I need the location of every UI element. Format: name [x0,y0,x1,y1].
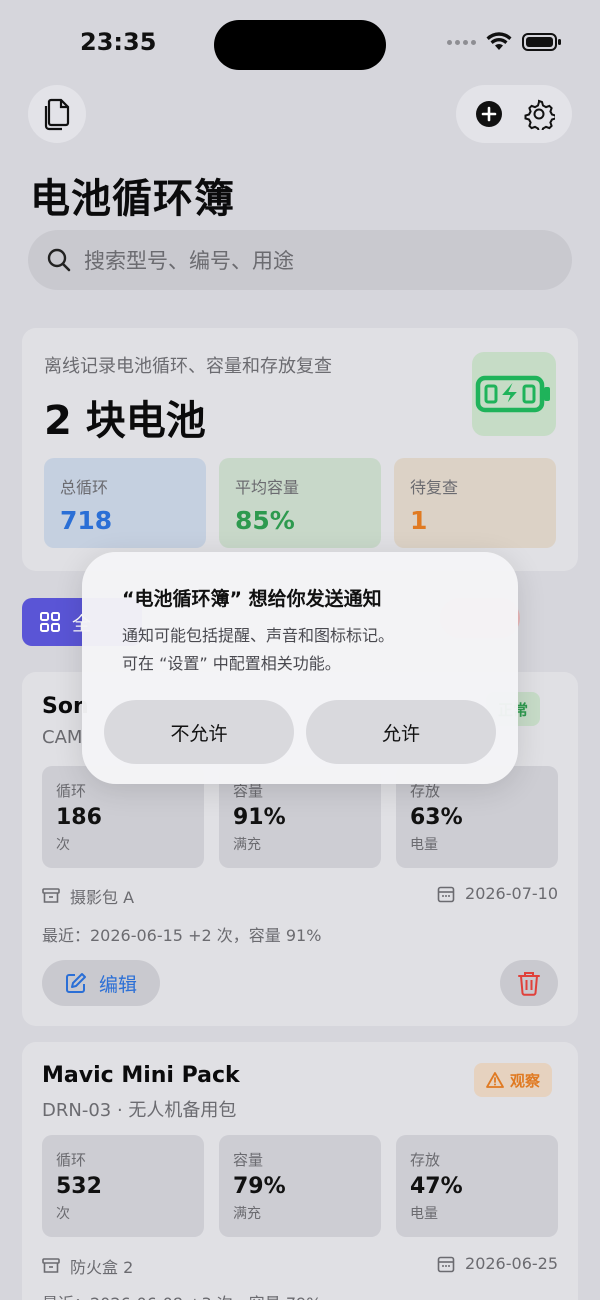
edit-icon [65,973,86,993]
warning-icon [486,1072,504,1088]
gear-icon[interactable] [523,98,555,130]
calendar-icon [437,886,455,902]
stat-value: 1 [410,506,428,535]
metric-unit: 次 [56,837,70,853]
battery-title: Mavic Mini Pack [42,1063,240,1088]
deny-button[interactable]: 不允许 [104,700,294,764]
battery-location: 防火盒 2 [42,1254,133,1278]
metric-storage: 存放 47% 电量 [396,1135,558,1237]
wifi-icon [486,32,512,50]
metric-value: 63% [410,805,463,830]
metric-unit: 满充 [233,1206,261,1222]
battery-count: 2 块电池 [44,398,206,444]
battery-subtitle: DRN-03 · 无人机备用包 [42,1100,237,1121]
alert-message: 通知可能包括提醒、声音和图标标记。 可在 “设置” 中配置相关功能。 [122,622,482,678]
metric-unit: 满充 [233,837,261,853]
search-input[interactable]: 搜索型号、编号、用途 [28,230,572,290]
recent-record: 最近：2026-06-15 +2 次，容量 91% [42,922,321,946]
battery-subtitle: CAM [42,727,83,748]
alert-title: “电池循环簿” 想给你发送通知 [122,588,382,610]
archive-box-icon [42,888,60,903]
archive-box-icon [42,1258,60,1273]
metric-unit: 电量 [410,837,438,853]
recent-text: 最近：2026-06-15 +2 次，容量 91% [42,926,322,945]
metric-value: 79% [233,1174,286,1199]
metric-capacity: 容量 79% 满充 [219,1135,381,1237]
metric-value: 91% [233,805,286,830]
metric-value: 186 [56,805,102,830]
stat-value: 85% [235,506,295,535]
status-icons [447,32,562,52]
search-icon [47,248,71,272]
date-text: 2026-07-10 [465,884,558,903]
recent-text: 最近：2026-06-08 +3 次，容量 79% [42,1290,321,1300]
metric-unit: 电量 [410,1206,438,1222]
metric-value: 47% [410,1174,463,1199]
dynamic-island [214,20,386,70]
stat-pending-review: 待复查 1 [394,458,556,548]
badge-label: 观察 [510,1071,541,1090]
stat-label: 待复查 [410,478,459,497]
location-text: 摄影包 A [70,888,135,907]
delete-button[interactable] [500,960,558,1006]
battery-location: 摄影包 A [42,884,134,908]
review-date: 2026-06-25 [437,1254,558,1273]
header-actions [456,85,572,143]
metric-unit: 次 [56,1206,70,1222]
page-title: 电池循环簿 [30,176,235,222]
date-text: 2026-06-25 [465,1254,558,1273]
metric-value: 532 [56,1174,102,1199]
metric-label: 容量 [233,1151,264,1169]
status-time: 23:35 [80,28,157,56]
recent-record: 最近：2026-06-08 +3 次，容量 79% [42,1290,321,1300]
metric-label: 循环 [56,1151,87,1169]
stat-avg-capacity: 平均容量 85% [219,458,381,548]
stat-label: 平均容量 [235,478,300,497]
review-date: 2026-07-10 [437,884,558,903]
metric-label: 存放 [410,1151,441,1169]
trash-icon [518,972,540,996]
stat-total-cycles: 总循环 718 [44,458,206,548]
allow-button[interactable]: 允许 [306,700,496,764]
metric-cycles: 循环 532 次 [42,1135,204,1237]
search-placeholder: 搜索型号、编号、用途 [84,249,294,273]
battery-charging-badge [472,352,556,436]
location-text: 防火盒 2 [70,1258,134,1277]
battery-status-icon [522,33,561,51]
grid-icon [40,612,60,632]
alert-message-line: 可在 “设置” 中配置相关功能。 [122,654,341,673]
stat-label: 总循环 [60,478,109,497]
alert-message-line: 通知可能包括提醒、声音和图标标记。 [122,626,395,645]
summary-subtitle: 离线记录电池循环、容量和存放复查 [44,356,332,377]
status-badge: 观察 [474,1063,553,1097]
documents-button[interactable] [28,85,86,143]
edit-button[interactable]: 编辑 [42,960,160,1006]
battery-charging-icon [475,375,550,413]
add-icon[interactable] [474,99,504,129]
calendar-icon [437,1256,455,1272]
stat-value: 718 [60,506,113,535]
edit-label: 编辑 [98,973,137,996]
signal-dots-icon [447,39,476,45]
documents-icon [44,98,70,131]
